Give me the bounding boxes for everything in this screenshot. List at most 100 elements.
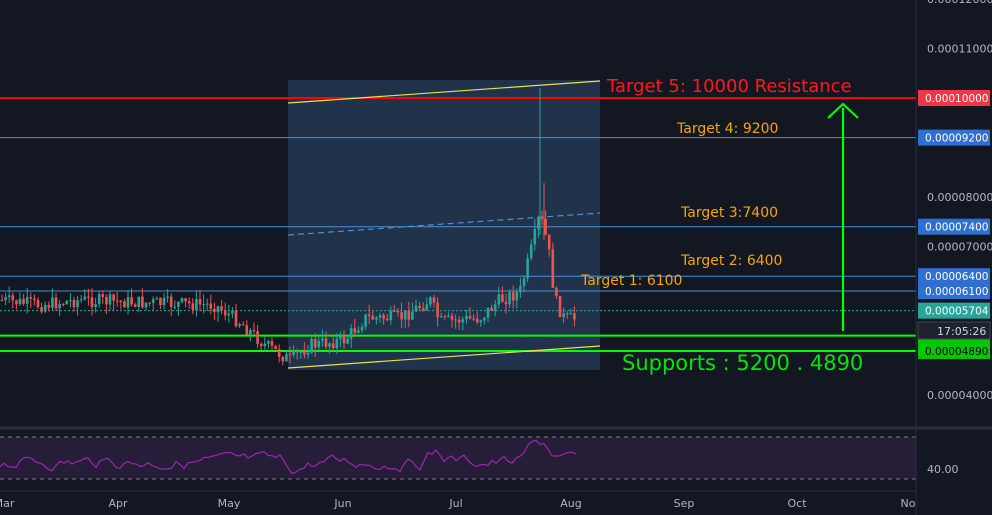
rsi-band xyxy=(0,437,916,479)
candle-body xyxy=(555,287,558,297)
candle-body xyxy=(447,315,450,317)
candle-body xyxy=(562,313,565,317)
candle-body xyxy=(515,292,519,301)
target3-label: Target 3:7400 xyxy=(680,205,778,221)
candle-body xyxy=(411,311,414,320)
price-badges: 0.00010000 0.00009200 0.00007400 0.00006400… xyxy=(918,90,990,359)
candle-body xyxy=(241,324,245,326)
candle-body xyxy=(209,303,213,309)
candle-body xyxy=(389,311,393,321)
candle-body xyxy=(123,301,126,308)
target4-label: Target 4: 9200 xyxy=(676,121,778,137)
candle-body xyxy=(18,298,22,305)
candle-body xyxy=(130,297,133,305)
candle-body xyxy=(306,352,310,355)
candle-body xyxy=(202,304,205,306)
candle-body xyxy=(180,298,184,302)
candle-body xyxy=(465,315,468,320)
candle-body xyxy=(245,325,249,335)
price-chart[interactable]: Target 5: 10000 Resistance Target 4: 920… xyxy=(0,0,992,515)
candle-body xyxy=(105,296,108,305)
candle-body xyxy=(144,302,148,308)
candle-body xyxy=(393,311,396,313)
candle-body xyxy=(133,304,137,307)
candle-body xyxy=(349,328,353,339)
candle-body xyxy=(61,303,65,305)
candle-body xyxy=(357,330,360,333)
candle-body xyxy=(216,306,220,312)
candle-body xyxy=(501,294,504,302)
candle-body xyxy=(177,301,180,307)
candle-body xyxy=(97,294,101,305)
candle-body xyxy=(493,304,497,311)
candle-body xyxy=(414,305,418,312)
price-badge-label: 0.00006100 xyxy=(925,286,988,298)
candle-body xyxy=(148,302,151,304)
candle-body xyxy=(310,338,313,353)
candle-body xyxy=(274,345,277,349)
candle-body xyxy=(450,315,454,320)
candle-body xyxy=(425,304,429,311)
time-tick-label: Mar xyxy=(0,497,15,510)
price-badge-label: 0.00007400 xyxy=(925,222,988,234)
candle-body xyxy=(223,310,227,316)
candle-body xyxy=(508,292,511,305)
candle-body xyxy=(198,299,202,305)
candle-body xyxy=(396,311,400,313)
candle-body xyxy=(191,303,195,311)
candle-body xyxy=(526,258,529,279)
candle-body xyxy=(205,303,209,305)
candle-body xyxy=(385,318,389,321)
candle-body xyxy=(0,300,4,301)
candle-body xyxy=(33,298,36,300)
candle-body xyxy=(400,312,403,320)
candle-body xyxy=(558,296,562,317)
candle-body xyxy=(454,319,457,321)
price-tick-label: 0.00011000 xyxy=(927,43,992,56)
rsi-tick-label: 40.00 xyxy=(927,463,959,476)
candle-body xyxy=(288,353,292,355)
candle-body xyxy=(54,297,58,309)
candle-body xyxy=(58,303,61,309)
candle-body xyxy=(137,296,141,307)
candle-body xyxy=(47,305,51,308)
candle-body xyxy=(162,297,166,306)
candle-body xyxy=(108,294,112,305)
candle-body xyxy=(364,314,367,327)
candle-body xyxy=(544,218,547,235)
candle-body xyxy=(418,305,421,309)
candle-body xyxy=(72,299,76,308)
time-tick-label: Jun xyxy=(333,497,351,510)
candle-body xyxy=(51,297,54,308)
price-tick-label: 0.00012000 xyxy=(927,0,992,6)
candle-body xyxy=(295,350,299,353)
candle-body xyxy=(324,338,328,347)
price-badge-label: 0.00010000 xyxy=(925,93,988,105)
candle-body xyxy=(292,350,295,355)
price-badge-label: 0.00004890 xyxy=(925,346,988,358)
candle-body xyxy=(537,217,540,229)
candle-body xyxy=(112,294,115,301)
candle-body xyxy=(483,317,486,321)
candle-body xyxy=(468,315,472,319)
time-tick-label: No xyxy=(901,497,916,510)
candle-body xyxy=(15,300,18,305)
price-tick-label: 0.00008000 xyxy=(927,191,992,204)
candle-body xyxy=(231,310,234,314)
target2-label: Target 2: 6400 xyxy=(680,253,782,269)
candle-body xyxy=(155,298,159,300)
candle-body xyxy=(69,299,72,301)
candle-body xyxy=(342,335,346,344)
candle-body xyxy=(429,297,432,305)
target1-label: Target 1: 6100 xyxy=(580,273,682,289)
candle-body xyxy=(40,307,43,312)
candle-body xyxy=(166,296,169,298)
candle-body xyxy=(378,315,382,318)
candle-body xyxy=(256,331,259,344)
price-badge-label: 0.00005704 xyxy=(925,306,989,318)
chart-root: Target 5: 10000 Resistance Target 4: 920… xyxy=(0,0,992,515)
candle-body xyxy=(159,298,162,306)
candle-body xyxy=(432,297,436,303)
candle-body xyxy=(367,314,371,316)
candle-body xyxy=(7,295,11,298)
